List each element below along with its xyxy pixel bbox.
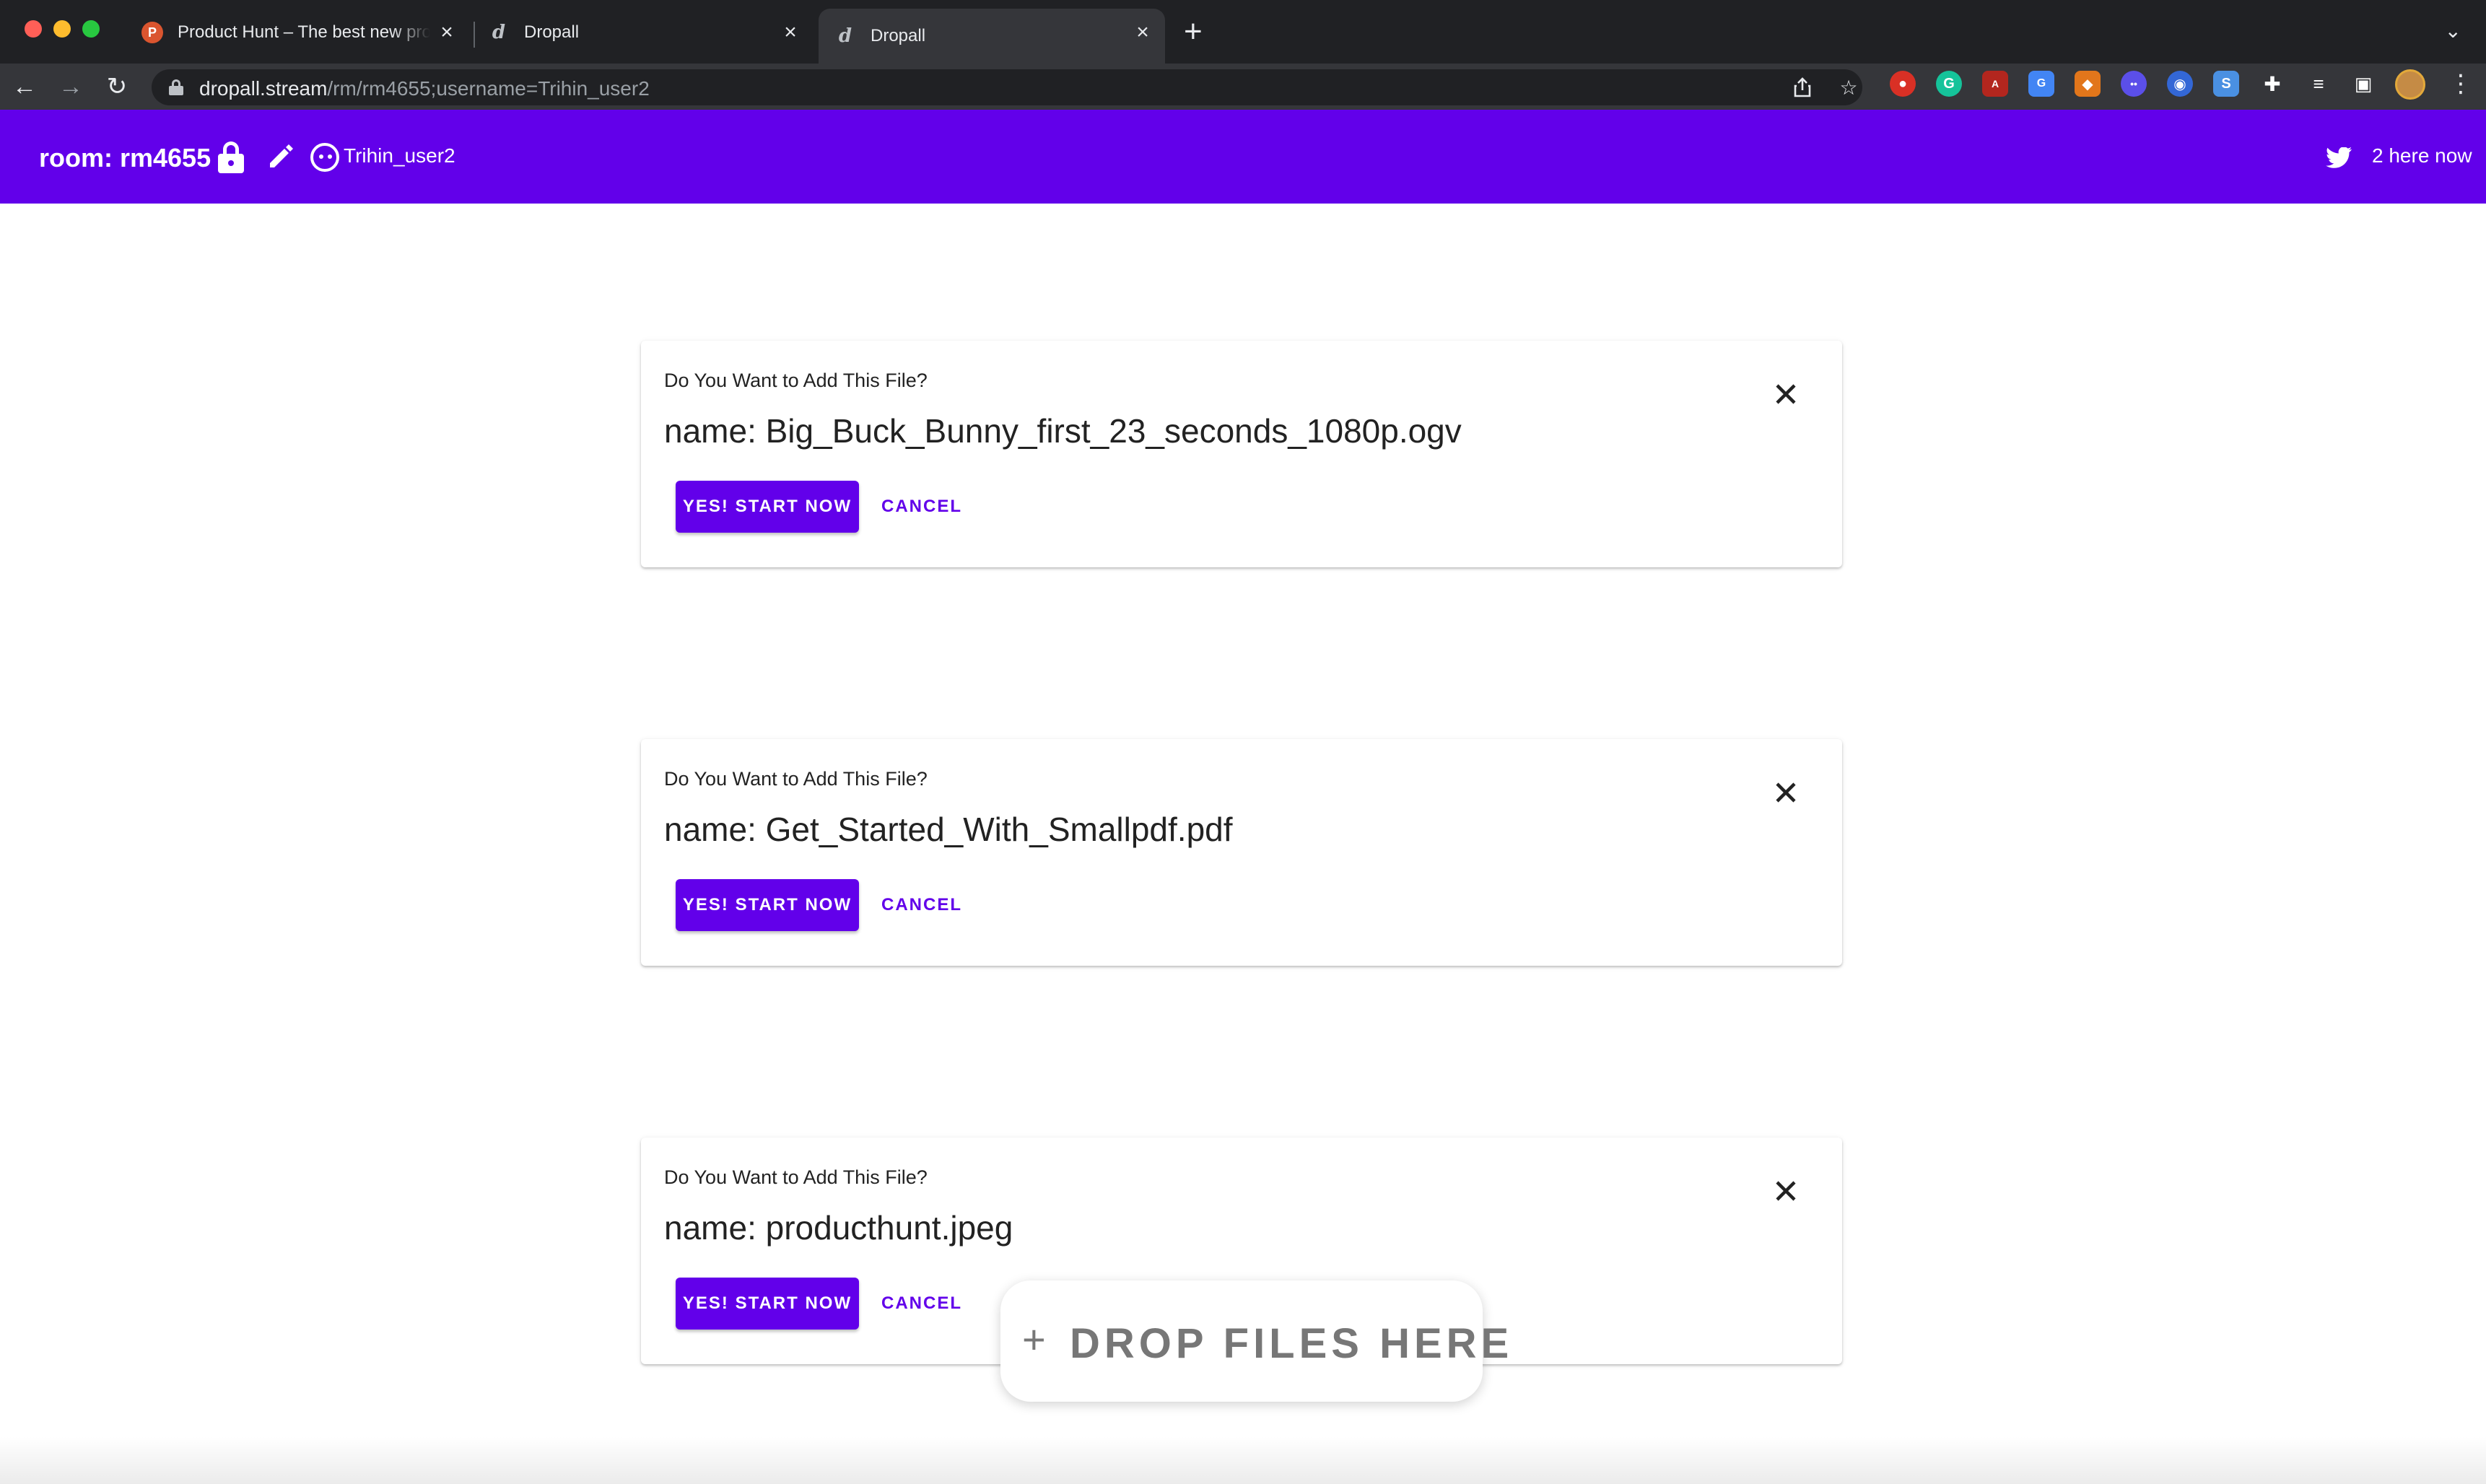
tab-title: Product Hunt – The best new products in … [178,22,430,42]
card-question: Do You Want to Add This File? [664,768,928,790]
start-now-button[interactable]: YES! START NOW [676,481,859,533]
file-name: name: Get_Started_With_Smallpdf.pdf [664,811,1233,848]
share-icon[interactable] [1790,75,1815,100]
chat-icon[interactable]: •• [2121,71,2147,97]
dropall-icon: d [492,22,506,43]
reading-list-icon[interactable]: ≡ [2306,71,2332,97]
translate-icon[interactable]: G [2028,71,2054,97]
start-now-button[interactable]: YES! START NOW [676,879,859,931]
metamask-icon[interactable]: ◆ [2075,71,2101,97]
grammarly-icon[interactable]: G [1936,71,1962,97]
close-tab-icon[interactable]: × [778,20,803,45]
pencil-icon[interactable] [267,141,296,170]
browser-menu-icon[interactable]: ⋮ [2448,71,2473,97]
tab-title: Dropall [871,26,926,45]
lock-icon[interactable] [169,79,183,95]
twitter-icon[interactable] [2326,147,2353,170]
browser-tab-dropall-active[interactable]: d Dropall × [819,9,1165,64]
file-name: name: producthunt.jpeg [664,1209,1013,1247]
dropall-icon: d [838,25,852,47]
minimize-window-button[interactable] [53,20,71,38]
url-path: /rm/rm4655;username=Trihin_user2 [327,77,650,100]
bottom-shadow [0,1436,2486,1484]
url-host: dropall.stream [199,77,328,100]
tab-separator [474,22,475,48]
username[interactable]: Trihin_user2 [344,144,455,167]
cancel-button[interactable]: CANCEL [875,879,969,931]
forward-arrow-icon[interactable]: → [56,72,85,101]
cancel-button[interactable]: CANCEL [875,481,969,533]
presence-count: 2 here now [2372,144,2472,167]
reload-icon[interactable]: ↻ [103,72,131,101]
plus-icon: + [1022,1317,1046,1362]
app-bar: room: rm4655 Trihin_user2 2 here now [0,110,2486,204]
browser-tab-product-hunt[interactable]: P Product Hunt – The best new products i… [141,9,469,56]
browser-toolbar: ← → ↻ dropall.stream/rm/rm4655;username=… [0,64,2486,110]
drop-files-label: DROP FILES HERE [1070,1320,1514,1367]
drop-files-zone[interactable]: + DROP FILES HERE [1000,1280,1509,1402]
tab-search-chevron-icon[interactable]: ⌄ [2445,19,2461,43]
side-panel-icon[interactable]: ▣ [2350,71,2376,97]
new-tab-icon[interactable]: + [1184,16,1203,48]
url-text[interactable]: dropall.stream/rm/rm4655;username=Trihin… [199,77,650,100]
user-face-icon [310,143,339,172]
profile-avatar[interactable] [2395,69,2425,100]
cancel-button[interactable]: CANCEL [875,1278,969,1330]
browser-tab-dropall[interactable]: d Dropall × [488,9,813,56]
browser-tab-strip: P Product Hunt – The best new products i… [0,0,2486,64]
bookmark-star-icon[interactable]: ☆ [1836,75,1861,100]
file-name: name: Big_Buck_Bunny_first_23_seconds_10… [664,412,1462,450]
file-confirm-card: Do You Want to Add This File? name: Get_… [641,739,1842,966]
close-icon[interactable] [1768,775,1803,810]
close-icon[interactable] [1768,377,1803,411]
back-arrow-icon[interactable]: ← [10,72,39,101]
lock-icon[interactable] [218,141,244,173]
product-hunt-icon: P [141,22,163,43]
close-tab-icon[interactable]: × [435,20,459,45]
puzzle-icon[interactable]: ✚ [2259,71,2285,97]
tab-title: Dropall [524,22,580,42]
file-confirm-card: Do You Want to Add This File? name: Big_… [641,341,1842,567]
card-question: Do You Want to Add This File? [664,370,928,391]
close-window-button[interactable] [25,20,42,38]
record-icon[interactable]: ◉ [2167,71,2193,97]
start-now-button[interactable]: YES! START NOW [676,1278,859,1330]
s-icon[interactable]: S [2213,71,2239,97]
room-label: room: rm4655 [39,143,211,173]
maximize-window-button[interactable] [82,20,100,38]
pdf-icon[interactable]: A [1982,71,2008,97]
close-tab-icon[interactable]: × [1130,20,1155,45]
close-icon[interactable] [1768,1174,1803,1208]
adblock-icon[interactable]: ● [1890,71,1916,97]
address-bar[interactable]: dropall.stream/rm/rm4655;username=Trihin… [152,69,1862,105]
card-question: Do You Want to Add This File? [664,1166,928,1188]
